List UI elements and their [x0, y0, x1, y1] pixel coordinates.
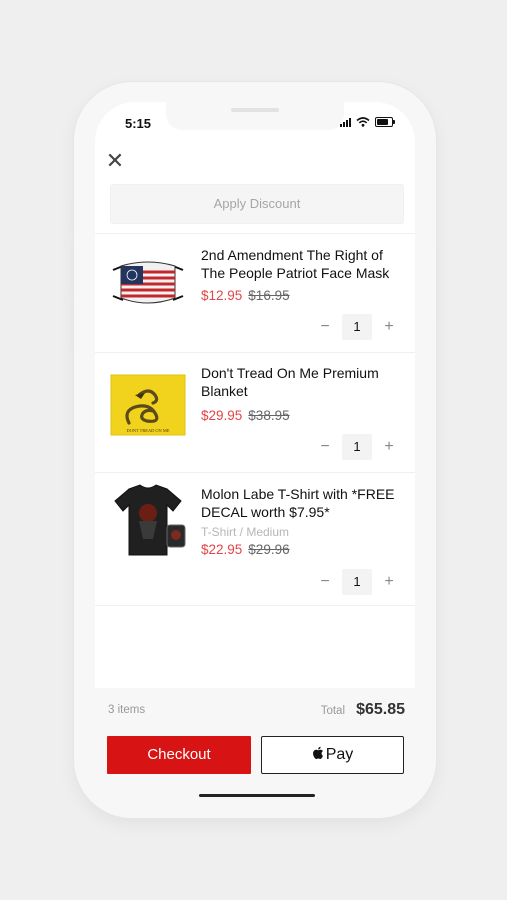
item-title[interactable]: Molon Labe T-Shirt with *FREE DECAL wort… [201, 485, 406, 521]
item-title[interactable]: Don't Tread On Me Premium Blanket [201, 364, 406, 400]
item-compare-price: $16.95 [248, 288, 290, 303]
blanket-image-text: DONT TREAD ON ME [127, 428, 170, 433]
phone-frame: 5:15 ✕ Apply Discount 2nd Amendment The … [71, 82, 439, 818]
home-indicator [199, 794, 315, 797]
minus-icon[interactable]: − [315, 438, 335, 456]
apple-pay-label: Pay [325, 746, 354, 763]
item-price: $12.95 [201, 288, 243, 303]
volume-up-button [71, 246, 74, 292]
apple-icon [312, 746, 323, 760]
item-variant: T-Shirt / Medium [201, 525, 290, 539]
battery-icon [375, 117, 395, 127]
plus-icon[interactable]: + [379, 318, 399, 336]
total-label: Total [320, 705, 345, 717]
close-icon[interactable]: ✕ [104, 150, 126, 172]
item-prices: $22.95 $29.96 [201, 542, 290, 557]
plus-icon[interactable]: + [379, 573, 399, 591]
apple-pay-button[interactable]: Pay [261, 736, 404, 774]
wifi-icon [356, 117, 370, 127]
silent-switch [71, 200, 74, 228]
divider [95, 605, 415, 606]
divider [95, 233, 415, 234]
checkout-button[interactable]: Checkout [107, 736, 251, 774]
apply-discount-button[interactable]: Apply Discount [110, 184, 404, 224]
cart-footer: 3 items Total $65.85 Checkout Pay [95, 688, 415, 802]
quantity-stepper: − 1 + [315, 434, 399, 460]
item-prices: $29.95 $38.95 [201, 408, 290, 423]
item-title[interactable]: 2nd Amendment The Right of The People Pa… [201, 246, 406, 282]
screen: 5:15 ✕ Apply Discount 2nd Amendment The … [95, 102, 415, 802]
status-time: 5:15 [125, 116, 152, 131]
power-button [436, 250, 439, 320]
product-image-tshirt [114, 484, 186, 556]
plus-icon[interactable]: + [379, 438, 399, 456]
item-price: $22.95 [201, 542, 243, 557]
divider [95, 352, 415, 353]
notch [166, 102, 344, 130]
product-image-face-mask [112, 261, 184, 304]
minus-icon[interactable]: − [315, 318, 335, 336]
quantity-stepper: − 1 + [315, 569, 399, 595]
quantity-input[interactable]: 1 [342, 314, 372, 340]
signal-icon [340, 117, 351, 127]
item-compare-price: $38.95 [248, 408, 290, 423]
total-value: $65.85 [356, 701, 405, 718]
minus-icon[interactable]: − [315, 573, 335, 591]
item-price: $29.95 [201, 408, 243, 423]
speaker [231, 108, 279, 112]
item-compare-price: $29.96 [248, 542, 290, 557]
volume-down-button [71, 302, 74, 348]
item-prices: $12.95 $16.95 [201, 288, 290, 303]
divider [95, 472, 415, 473]
quantity-input[interactable]: 1 [342, 434, 372, 460]
status-icons [340, 117, 395, 127]
items-count: 3 items [108, 704, 146, 716]
product-image-blanket: DONT TREAD ON ME [110, 374, 186, 436]
quantity-stepper: − 1 + [315, 314, 399, 340]
quantity-input[interactable]: 1 [342, 569, 372, 595]
